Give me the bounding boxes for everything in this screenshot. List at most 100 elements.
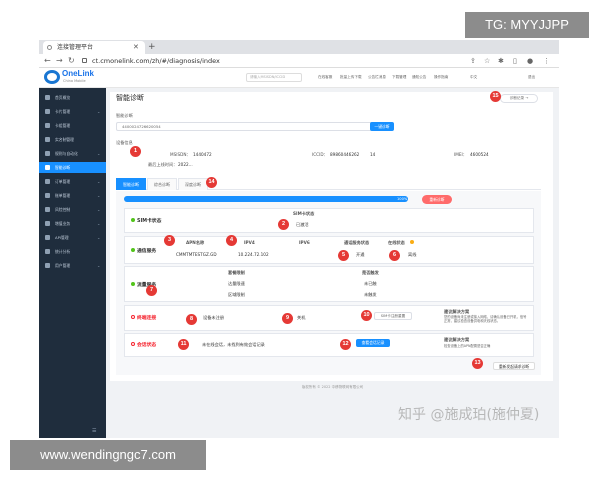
terminal-section-title: 终端连接 [137,316,157,321]
terminal-suggest-text: 您的设备尚未注册或接入网络，请确认设备已开机，信号正常，建议检查设备供电和天线状… [444,315,527,323]
re-request-diagnosis-button[interactable]: 重新发起请求诊断 [493,362,535,370]
tab-deep-diagnosis[interactable]: 深度诊断 [178,178,208,190]
header-link-lang[interactable]: 中文 [470,75,477,80]
header-link-download[interactable]: 下载管理 [392,75,406,80]
page-footer: 版权所有 © 2022 中移物联网有限公司 [301,385,364,389]
network-ok-icon [131,248,135,252]
sidebar-item-label: 卡组管理 [55,123,71,128]
sidebar-item-label: 账单管理 [55,193,71,198]
sim-register-reset-button[interactable]: SIM卡注册重置 [374,312,412,320]
network-section-title: 通信服务 [137,249,157,254]
header-link-batch[interactable]: 批量上传下载 [340,75,362,80]
annotation-badge-11: 11 [178,339,189,350]
sidebar-item-icon [45,263,50,268]
page-title: 智能诊断 [116,94,144,102]
sidebar-item-label: 实名制管理 [55,137,74,142]
sim-status-ok-icon [131,218,135,222]
back-icon[interactable]: ← [44,55,51,67]
tab-close-icon[interactable]: ✕ [133,41,139,54]
sim-status-value: 已激活 [296,222,309,227]
call-service-value: 开通 [356,252,365,257]
star-icon[interactable]: ☆ [484,55,490,67]
limit-row2: 区域限制 [228,292,245,297]
session-error-icon [131,342,135,346]
chevron-down-icon: ⌄ [97,221,101,226]
collapse-sidebar-icon[interactable]: ☰ [92,428,96,434]
online-status-value: 离线 [408,252,417,257]
watermark-top-right: TG: MYYJJPP [465,12,589,38]
profile-icon[interactable]: ● [527,55,533,67]
annotation-badge-9: 9 [282,313,293,324]
reload-icon[interactable]: ↻ [68,55,75,67]
trigger-header: 是否触发 [362,270,379,275]
annotation-badge-7: 7 [146,285,157,296]
header-link-notice[interactable]: 公告栏消息 [368,75,386,80]
diagnosis-record-button[interactable]: 诊断记录 → [500,94,538,103]
view-session-button[interactable]: 查看会话记录 [356,339,390,347]
last-online-label: 最后上线时间： [148,162,178,167]
brand-logo-icon [44,70,60,84]
watermark-zhihu: 知乎 @施成珀(施仲夏) [398,407,540,423]
chevron-down-icon: ⌄ [97,193,101,198]
chevron-down-icon: ⌄ [97,151,101,156]
header-link-announce[interactable]: 通知公告 [412,75,426,80]
annotation-badge-13: 13 [472,358,483,369]
sidebar-item-label: 增值业务 [55,221,71,226]
limit-header: 套餐限制 [228,270,245,275]
annotation-badge-1: 1 [130,146,141,157]
last-online-value: 2022... [178,162,193,167]
terminal-error-icon [131,315,135,319]
header-link-guide[interactable]: 操作指南 [434,75,448,80]
extension-icon[interactable]: ✱ [498,55,504,67]
msisdn-search-input[interactable]: 4400024726620054 [116,122,376,131]
lock-icon[interactable] [82,58,87,63]
tab-general-diagnosis[interactable]: 综合诊断 [147,178,177,190]
tab-title: 连接管理平台 [57,44,94,51]
sidebar-item-icon [45,207,50,212]
forward-icon[interactable]: → [56,55,63,67]
brand-subtitle: China Mobile [63,79,86,83]
ipv4-header: IPV4 [244,240,255,245]
extra-value: 14 [370,152,376,157]
annotation-badge-2: 2 [278,219,289,230]
search-label: 智能诊断 [116,113,133,118]
header-link-logout[interactable]: 退出 [528,75,535,80]
brand-name: OneLink [62,69,95,78]
share-icon[interactable]: ⇪ [470,55,476,67]
session-suggest-text: 检查设备上的APN配置是否正确 [444,344,491,348]
sim-status-box [124,208,534,233]
tab-favicon [47,45,52,50]
sidebar-item-icon [45,249,50,254]
annotation-badge-3: 3 [164,235,175,246]
url-text[interactable]: ct.cmonelink.com/zh/#/diagnosis/index [92,56,220,66]
chevron-down-icon: ⌄ [97,235,101,240]
msisdn-label: MSISDN： [170,152,191,157]
sidebar-item-label: 订单管理 [55,179,71,184]
flow-ok-icon [131,282,135,286]
menu-icon[interactable]: ⋮ [543,55,550,67]
annotation-badge-12: 12 [340,339,351,350]
online-status-header: 在线状态 [388,240,405,245]
annotation-badge-15: 15 [490,91,501,102]
tab-smart-diagnosis[interactable]: 智能诊断 [116,178,146,190]
iccid-value: 89860446262 [330,152,360,157]
header-search-input[interactable]: 请输入MSISDN/ICCID [246,73,302,82]
sidebar-item-icon [45,123,50,128]
one-click-diagnose-button[interactable]: 一键诊断 [370,122,394,131]
limit-row1: 达量限速 [228,281,245,286]
device-status-value: 设备未注册 [203,315,224,320]
imei-value: 4600524 [470,152,489,157]
browser-tab[interactable]: 连接管理平台 [43,41,145,54]
sidebar-item-icon [45,165,50,170]
sidebar-item-label: 卡片管理 [55,109,71,114]
online-warning-icon [410,240,414,244]
sidebar-item-icon [45,179,50,184]
rediagnose-button[interactable]: 重新诊断 [422,195,452,204]
sidepanel-icon[interactable]: ▯ [513,55,517,67]
sidebar-item-label: API管理 [55,235,69,240]
header-link-service[interactable]: 在线客服 [318,75,332,80]
annotation-badge-8: 8 [186,314,197,325]
new-tab-icon[interactable]: + [148,40,156,54]
sidebar-item-label: 智能诊断 [55,165,71,170]
sim-status-col-label: SIM卡状态 [293,211,315,216]
